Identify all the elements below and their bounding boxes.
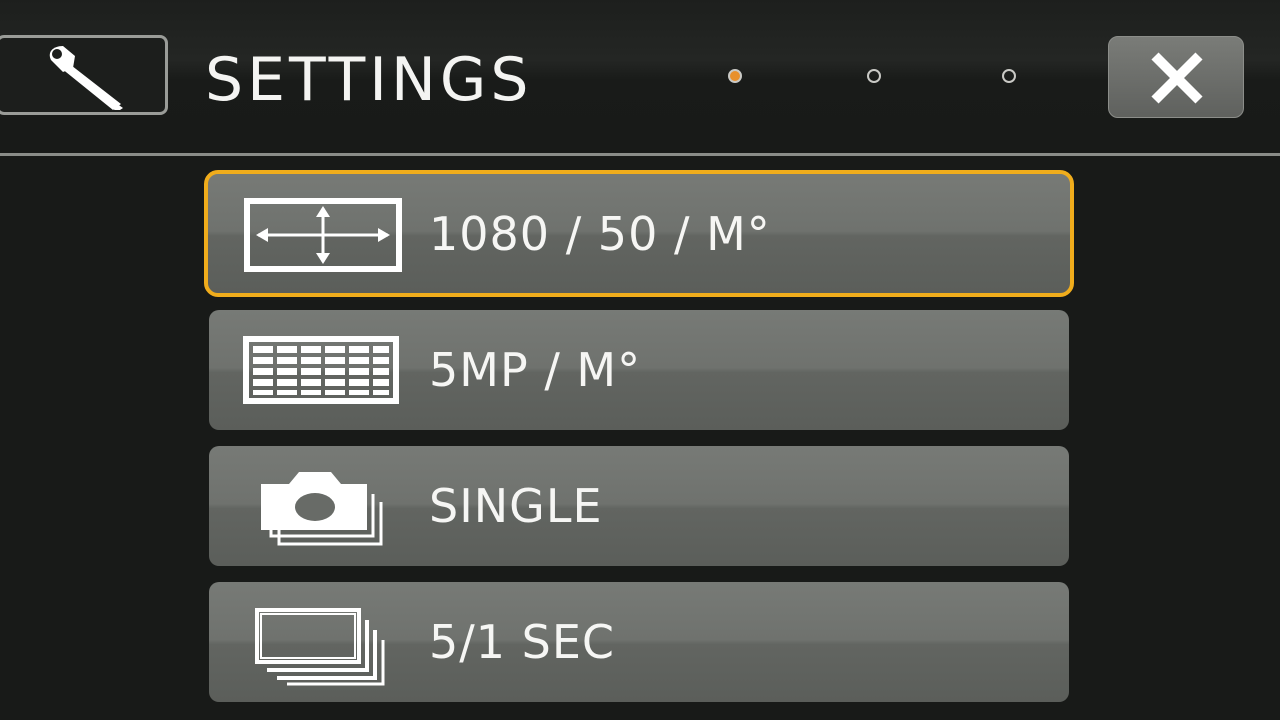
menu-item-video-resolution[interactable]: 1080 / 50 / M° bbox=[204, 170, 1074, 297]
wrench-icon bbox=[49, 46, 123, 110]
menu-item-photo-resolution[interactable]: 5MP / M° bbox=[209, 310, 1069, 430]
page-dot-3[interactable] bbox=[1002, 69, 1016, 83]
header-bar bbox=[0, 0, 1280, 154]
menu-item-burst-interval[interactable]: 5/1 SEC bbox=[209, 582, 1069, 702]
menu-item-label: 5MP / M° bbox=[429, 343, 642, 397]
page-title: SETTINGS bbox=[205, 45, 533, 115]
close-button[interactable] bbox=[1108, 36, 1244, 118]
video-resolution-icon bbox=[244, 198, 402, 272]
close-icon bbox=[1151, 52, 1203, 104]
page-dot-1[interactable] bbox=[728, 69, 742, 83]
photo-resolution-icon bbox=[243, 336, 399, 404]
header-divider bbox=[0, 153, 1280, 156]
burst-frames-icon bbox=[255, 608, 385, 686]
menu-item-label: 1080 / 50 / M° bbox=[429, 206, 771, 261]
menu-item-label: SINGLE bbox=[429, 479, 603, 533]
tool-button[interactable] bbox=[0, 35, 168, 115]
menu-item-shot-mode[interactable]: SINGLE bbox=[209, 446, 1069, 566]
camera-single-icon bbox=[261, 472, 383, 546]
page-dot-2[interactable] bbox=[867, 69, 881, 83]
menu-item-label: 5/1 SEC bbox=[429, 615, 616, 669]
